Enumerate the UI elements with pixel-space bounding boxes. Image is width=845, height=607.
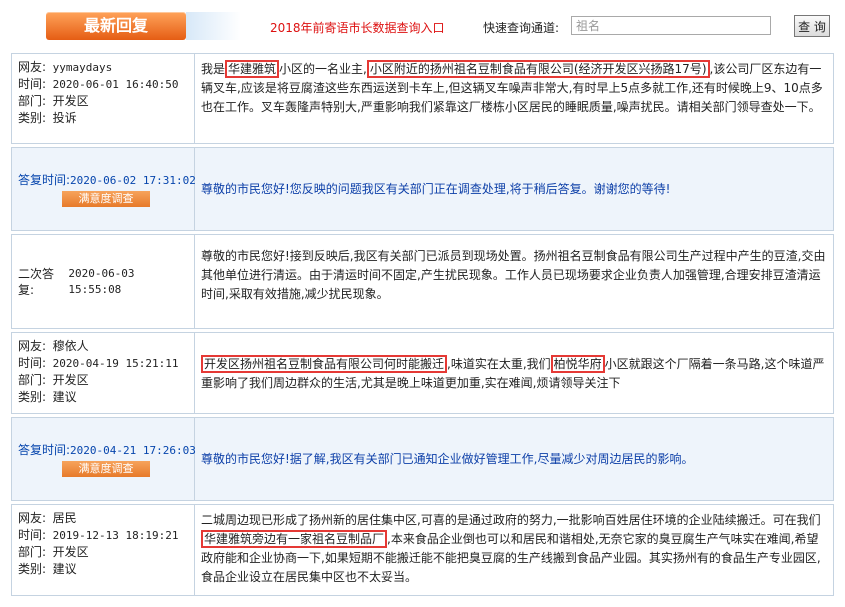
satisfaction-survey-button[interactable]: 满意度调查 <box>62 190 150 207</box>
post-type: 建议 <box>52 562 77 576</box>
reply-content: 尊敬的市民您好!据了解,我区有关部门已通知企业做好管理工作,尽量减少对周边居民的… <box>201 451 694 466</box>
reply-time-label: 答复时间: <box>18 172 71 187</box>
highlight-mark: 柏悦华府 <box>550 355 605 373</box>
post-dept: 开发区 <box>52 373 89 387</box>
post-content: 二城周边现已形成了扬州新的居住集中区,可喜的是通过政府的努力,一批影响百姓居住环… <box>195 505 833 595</box>
post-content: 开发区扬州祖名豆制食品有限公司何时能搬迁 ,味道实在太重,我们 柏悦华府 小区就跟这个… <box>195 333 833 413</box>
highlight-mark: 华建雅筑旁边有一家祖名豆制品厂 <box>201 530 388 548</box>
content-text: 我是 <box>201 62 226 76</box>
quick-search-label: 快速查询通道: <box>483 21 560 35</box>
user-label: 网友: <box>18 339 47 353</box>
highlight-mark: 华建雅筑 <box>225 60 280 78</box>
post-time: 2020-06-01 16:40:50 <box>52 78 179 91</box>
reply-meta: 答复时间:2020-04-21 17:26:03 满意度调查 <box>12 418 196 500</box>
reply-meta: 答复时间:2020-06-02 17:31:02 满意度调查 <box>12 148 196 230</box>
post-time: 2019-12-13 18:19:21 <box>52 529 179 542</box>
post-time: 2020-04-19 15:21:11 <box>52 357 179 370</box>
post-dept: 开发区 <box>52 545 89 559</box>
content-text: 小区的一名业主, <box>279 62 367 76</box>
archive-query-link[interactable]: 2018年前寄语市长数据查询入口 <box>270 19 445 36</box>
user-label: 网友: <box>18 511 47 525</box>
second-reply-label: 二次答复: <box>18 266 55 297</box>
time-label: 时间: <box>18 528 47 542</box>
second-reply-time: 2020-06-03 15:55:08 <box>68 266 135 296</box>
post-row: 网友: 居民 时间: 2019-12-13 18:19:21 部门: 开发区 类… <box>11 504 834 596</box>
dept-label: 部门: <box>18 373 47 387</box>
post-type: 建议 <box>52 390 77 404</box>
highlight-mark: 小区附近的扬州祖名豆制食品有限公司(经济开发区兴扬路17号) <box>366 60 710 78</box>
post-row: 网友: 穆依人 时间: 2020-04-19 15:21:11 部门: 开发区 … <box>11 332 834 414</box>
type-label: 类别: <box>18 562 47 576</box>
reply-row: 答复时间:2020-06-02 17:31:02 满意度调查 尊敬的市民您好!您… <box>11 147 834 231</box>
post-meta: 网友: 居民 时间: 2019-12-13 18:19:21 部门: 开发区 类… <box>12 505 195 595</box>
second-reply-meta: 二次答复: 2020-06-03 15:55:08 <box>12 235 195 328</box>
second-reply-content: 尊敬的市民您好!接到反映后,我区有关部门已派员到现场处置。扬州祖名豆制食品有限公… <box>201 249 826 301</box>
reply-content: 尊敬的市民您好!您反映的问题我区有关部门正在调查处理,将于稍后答复。谢谢您的等待… <box>201 181 671 196</box>
post-dept: 开发区 <box>52 94 89 108</box>
type-label: 类别: <box>18 390 47 404</box>
reply-time: 2020-06-02 17:31:02 <box>70 173 196 187</box>
tab-decoration <box>186 12 241 40</box>
reply-time-label: 答复时间: <box>18 442 71 457</box>
post-row: 网友: yymaydays 时间: 2020-06-01 16:40:50 部门… <box>11 53 834 144</box>
dept-label: 部门: <box>18 94 47 108</box>
latest-replies-tab[interactable]: 最新回复 <box>46 12 186 40</box>
dept-label: 部门: <box>18 545 47 559</box>
search-button[interactable]: 查 询 <box>794 15 830 37</box>
post-meta: 网友: 穆依人 时间: 2020-04-19 15:21:11 部门: 开发区 … <box>12 333 195 413</box>
user-name: 居民 <box>52 511 77 525</box>
time-label: 时间: <box>18 356 47 370</box>
post-type: 投诉 <box>52 111 77 125</box>
highlight-mark: 开发区扬州祖名豆制食品有限公司何时能搬迁 <box>201 355 448 373</box>
post-meta: 网友: yymaydays 时间: 2020-06-01 16:40:50 部门… <box>12 54 195 143</box>
user-name: 穆依人 <box>52 339 89 353</box>
user-label: 网友: <box>18 60 47 74</box>
reply-time: 2020-04-21 17:26:03 <box>70 443 196 457</box>
message-list: 网友: yymaydays 时间: 2020-06-01 16:40:50 部门… <box>11 53 834 599</box>
time-label: 时间: <box>18 77 47 91</box>
satisfaction-survey-button[interactable]: 满意度调查 <box>62 460 150 477</box>
search-input[interactable] <box>571 16 771 35</box>
user-name: yymaydays <box>52 61 113 74</box>
post-content: 我是 华建雅筑 小区的一名业主, 小区附近的扬州祖名豆制食品有限公司(经济开发区兴扬路… <box>195 54 833 143</box>
second-reply-row: 二次答复: 2020-06-03 15:55:08 尊敬的市民您好!接到反映后,我… <box>11 234 834 329</box>
top-bar: 最新回复 2018年前寄语市长数据查询入口 快速查询通道: 查 询 <box>0 0 845 46</box>
reply-row: 答复时间:2020-04-21 17:26:03 满意度调查 尊敬的市民您好!据… <box>11 417 834 501</box>
content-text: 二城周边现已形成了扬州新的居住集中区,可喜的是通过政府的努力,一批影响百姓居住环… <box>201 513 821 527</box>
type-label: 类别: <box>18 111 47 125</box>
content-text: ,味道实在太重,我们 <box>447 357 551 371</box>
